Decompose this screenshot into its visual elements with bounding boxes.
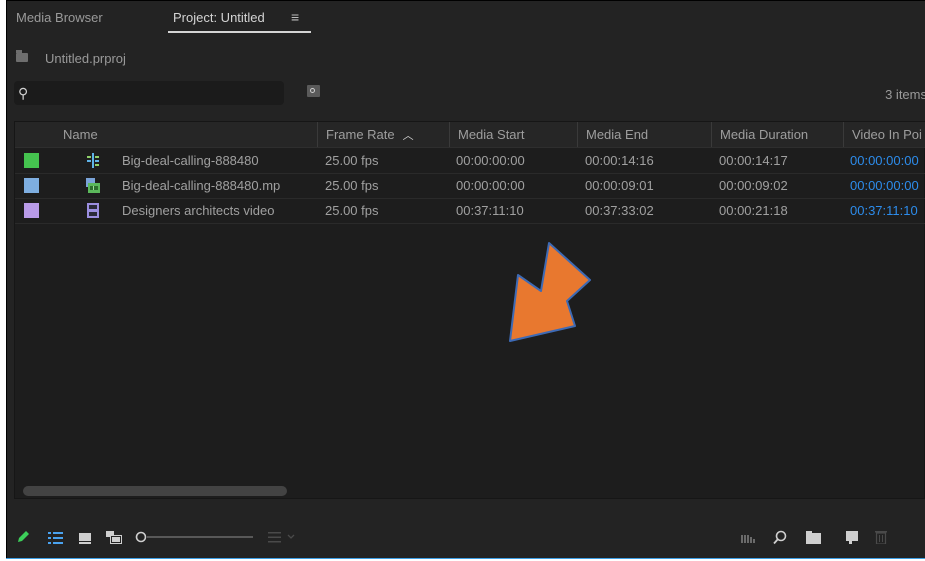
- panel-focus-border: [6, 558, 925, 559]
- sort-ascending-icon: ︿: [402, 130, 414, 142]
- video-in-point-value[interactable]: 00:37:11:10: [850, 199, 925, 223]
- film-icon: [87, 203, 99, 218]
- freeform-view-icon[interactable]: [106, 531, 122, 544]
- panel-tabs: Media Browser Project: Untitled ≡: [7, 1, 925, 39]
- new-search-bin-icon[interactable]: [307, 85, 320, 97]
- table-row[interactable]: Big-deal-calling-888480.mp 25.00 fps 00:…: [15, 174, 925, 199]
- column-video-in-point[interactable]: Video In Poi: [843, 122, 925, 147]
- new-bin-icon[interactable]: [806, 531, 821, 544]
- column-name[interactable]: Name: [55, 122, 315, 147]
- video-in-point-value[interactable]: 00:00:00:00: [850, 174, 925, 198]
- label-color-swatch[interactable]: [24, 153, 39, 168]
- media-duration-value: 00:00:14:17: [719, 153, 788, 168]
- project-list: Name Frame Rate ︿ Media Start Media End M…: [14, 121, 925, 499]
- frame-rate-value: 25.00 fps: [325, 178, 379, 193]
- pencil-icon[interactable]: [16, 530, 30, 544]
- search-icon: ⚲: [18, 85, 29, 101]
- multicam-icon: [86, 178, 100, 193]
- trash-icon[interactable]: [875, 530, 887, 544]
- zoom-slider[interactable]: [135, 530, 255, 544]
- new-item-icon[interactable]: [846, 531, 858, 544]
- media-duration-value: 00:00:09:02: [719, 178, 788, 193]
- icon-view-icon[interactable]: [79, 532, 91, 544]
- panel-footer: [7, 499, 925, 559]
- project-folder-icon: [16, 50, 28, 62]
- sort-icons-icon[interactable]: [268, 531, 298, 543]
- search-input[interactable]: [14, 81, 284, 105]
- scrollbar-thumb[interactable]: [23, 486, 287, 496]
- tab-media-browser[interactable]: Media Browser: [16, 10, 103, 25]
- panel-menu-icon[interactable]: ≡: [291, 9, 299, 25]
- media-start-value: 00:37:11:10: [456, 203, 524, 218]
- media-end-value: 00:00:14:16: [585, 153, 654, 168]
- project-panel: Media Browser Project: Untitled ≡ Untitl…: [6, 0, 925, 558]
- column-media-duration[interactable]: Media Duration: [711, 122, 843, 147]
- clip-name: Big-deal-calling-888480.mp: [122, 178, 281, 193]
- label-color-swatch[interactable]: [24, 203, 39, 218]
- label-color-swatch[interactable]: [24, 178, 39, 193]
- media-end-value: 00:00:09:01: [585, 178, 654, 193]
- media-start-value: 00:00:00:00: [456, 178, 525, 193]
- clip-name: Designers architects video: [122, 203, 275, 218]
- project-name: Untitled.prproj: [45, 51, 126, 66]
- sequence-icon: [87, 153, 99, 168]
- video-in-point-value[interactable]: 00:00:00:00: [850, 149, 925, 173]
- frame-rate-value: 25.00 fps: [325, 153, 379, 168]
- item-count: 3 items: [885, 87, 925, 102]
- table-row[interactable]: Designers architects video 25.00 fps 00:…: [15, 199, 925, 224]
- tab-project[interactable]: Project: Untitled: [173, 10, 265, 25]
- media-duration-value: 00:00:21:18: [719, 203, 788, 218]
- list-view-icon[interactable]: [48, 532, 63, 544]
- automate-to-sequence-icon[interactable]: [741, 533, 755, 543]
- frame-rate-value: 25.00 fps: [325, 203, 379, 218]
- media-end-value: 00:37:33:02: [585, 203, 654, 218]
- find-icon[interactable]: [773, 530, 787, 545]
- table-row[interactable]: Big-deal-calling-888480 25.00 fps 00:00:…: [15, 149, 925, 174]
- clip-name: Big-deal-calling-888480: [122, 153, 259, 168]
- media-start-value: 00:00:00:00: [456, 153, 525, 168]
- column-media-end[interactable]: Media End: [577, 122, 711, 147]
- column-frame-rate[interactable]: Frame Rate ︿: [317, 122, 449, 147]
- column-header-row: Name Frame Rate ︿ Media Start Media End M…: [15, 122, 925, 148]
- column-media-start[interactable]: Media Start: [449, 122, 577, 147]
- project-path: Untitled.prproj: [7, 45, 925, 71]
- active-tab-indicator: [168, 31, 311, 33]
